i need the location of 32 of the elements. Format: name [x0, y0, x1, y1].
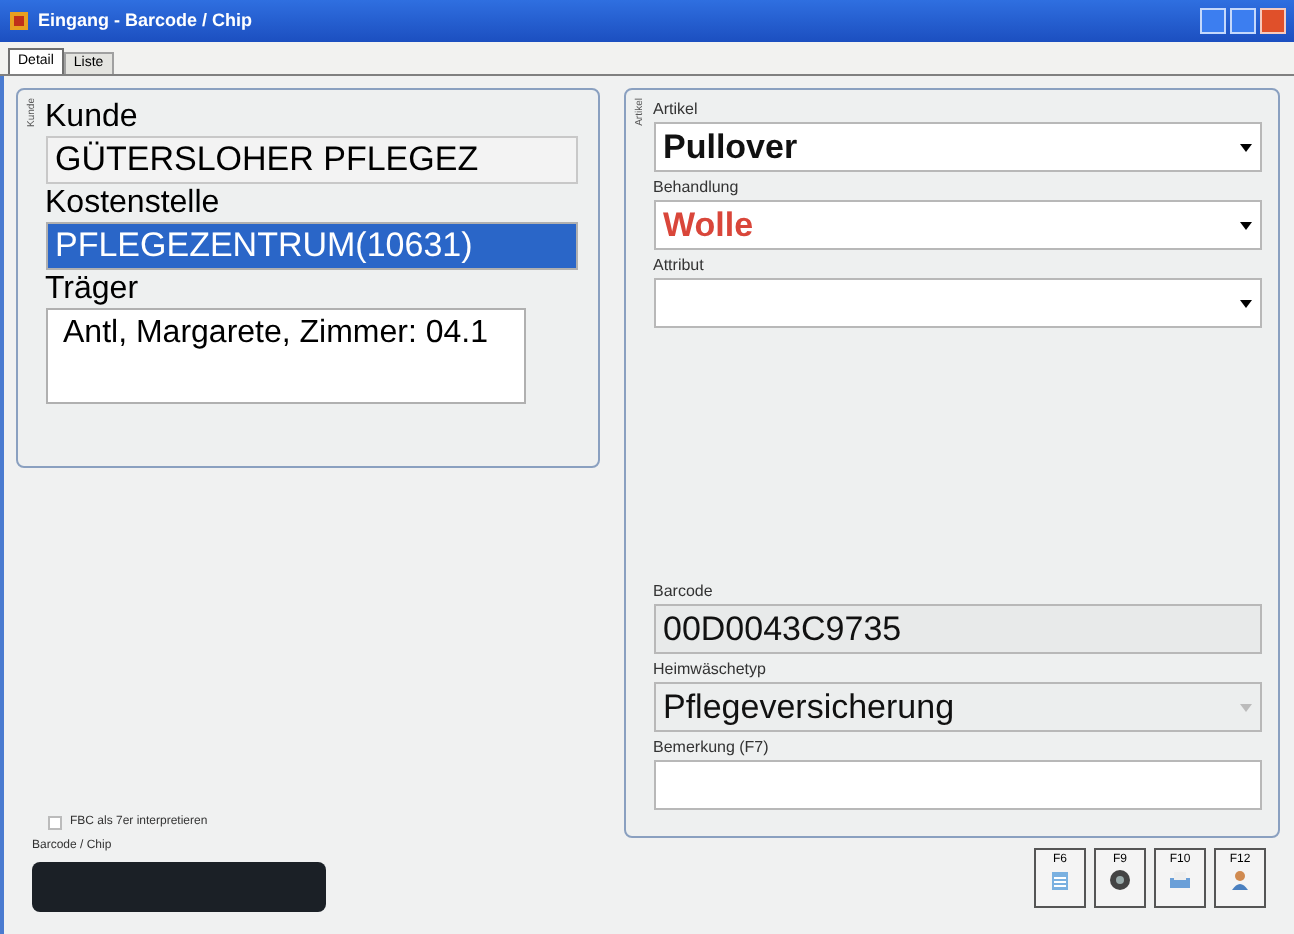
field-label: Kunde: [45, 98, 140, 136]
dropdown-field[interactable]: [653, 278, 1262, 328]
app-icon: [8, 10, 30, 32]
dropdown-arrow-icon: [1240, 221, 1252, 229]
list-icon: [1048, 868, 1072, 892]
close-button[interactable]: [1260, 8, 1286, 34]
minimize-button[interactable]: [1200, 8, 1226, 34]
cost-center-field[interactable]: PFLEGEZENTRUM(10631): [45, 222, 578, 270]
dropdown-arrow-icon: [1240, 703, 1252, 711]
dropdown-arrow-icon: [1240, 299, 1252, 307]
barcode-field: 00D0043C9735: [653, 604, 1262, 654]
maximize-button[interactable]: [1230, 8, 1256, 34]
field-label: Behandlung: [653, 176, 741, 200]
person-icon: [1228, 868, 1252, 892]
remark-field[interactable]: [653, 760, 1262, 810]
printer-icon: [1168, 868, 1192, 892]
checkbox[interactable]: [48, 816, 62, 830]
field-label: Artikel: [653, 98, 700, 122]
field-label: Träger: [45, 270, 141, 308]
field-label: Kostenstelle: [45, 184, 222, 222]
dropdown-arrow-icon: [1240, 143, 1252, 151]
dropdown-field[interactable]: Pullover: [653, 122, 1262, 172]
dropdown-field[interactable]: Wolle: [653, 200, 1262, 250]
field-label: Heimwäschetyp: [653, 658, 768, 682]
field-label: Bemerkung (F7): [653, 736, 771, 760]
customer-field[interactable]: GÜTERSLOHER PFLEGEZ: [45, 136, 578, 184]
window-title: Eingang - Barcode / Chip: [38, 7, 255, 34]
field-label: Attribut: [653, 254, 706, 278]
dropdown-field[interactable]: Pflegeversicherung: [653, 682, 1262, 732]
barcode-chip-field[interactable]: [32, 862, 326, 912]
field-label: Barcode: [653, 580, 715, 604]
carrier-field[interactable]: Antl, Margarete, Zimmer: 04.1: [45, 308, 525, 404]
